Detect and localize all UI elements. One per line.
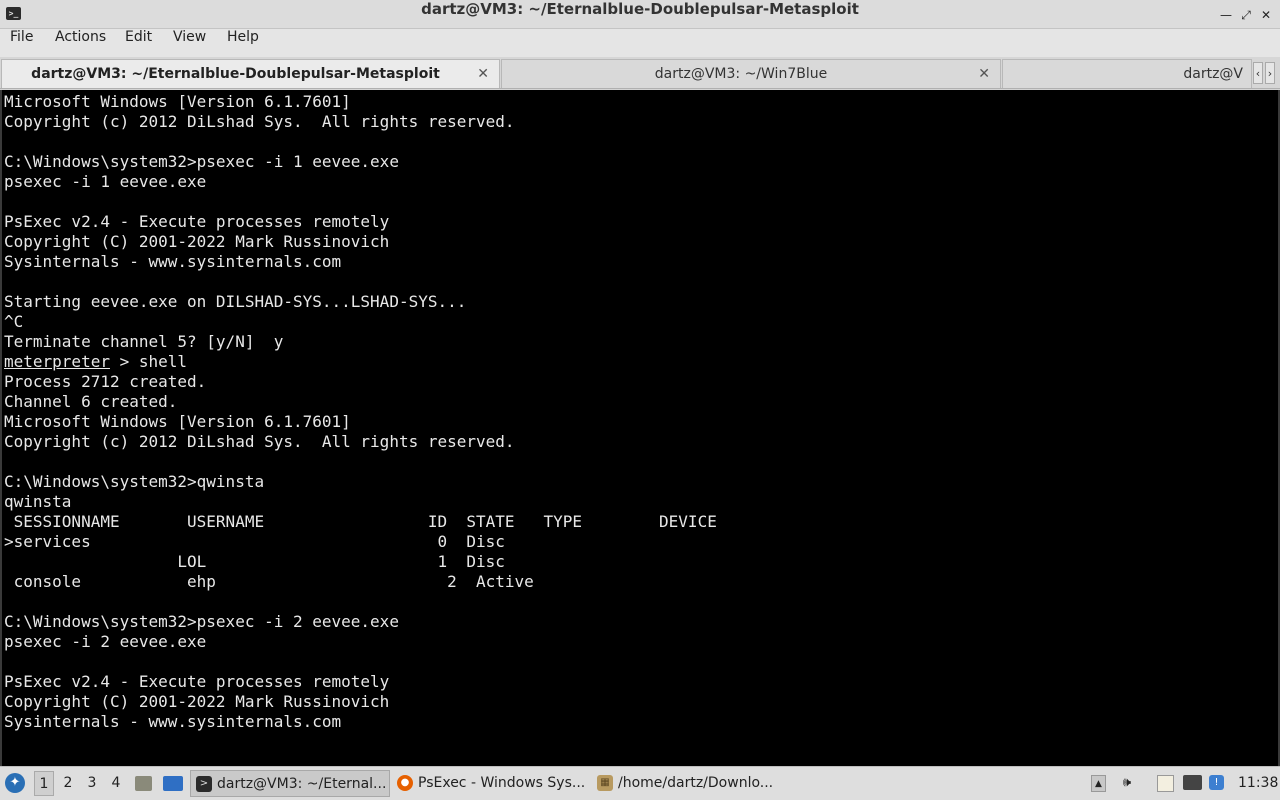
terminal-line: Copyright (c) 2012 DiLshad Sys. All righ… xyxy=(4,112,515,131)
meterpreter-command: > shell xyxy=(109,352,188,371)
terminal-line: Starting eevee.exe on DILSHAD-SYS...LSHA… xyxy=(4,292,467,311)
terminal-line: psexec -i 2 eevee.exe xyxy=(4,632,207,651)
window-title: dartz@VM3: ~/Eternalblue-Doublepulsar-Me… xyxy=(421,0,859,18)
menu-actions[interactable]: Actions xyxy=(55,29,106,45)
taskbar-task-archive[interactable]: ▦ /home/dartz/Downlo... xyxy=(592,770,788,797)
window-titlebar[interactable]: >_ dartz@VM3: ~/Eternalblue-Doublepulsar… xyxy=(0,0,1280,29)
start-menu-icon[interactable]: ✦ xyxy=(5,773,25,793)
terminal-line: C:\Windows\system32>psexec -i 1 eevee.ex… xyxy=(4,152,399,171)
task-label: /home/dartz/Downlo... xyxy=(618,775,774,791)
terminal-line: PsExec v2.4 - Execute processes remotely xyxy=(4,672,390,691)
show-desktop-icon[interactable] xyxy=(163,776,183,791)
terminal-line: Channel 6 created. xyxy=(4,392,178,411)
archive-icon: ▦ xyxy=(597,775,613,791)
tab-scroll-left-button[interactable]: ‹ xyxy=(1253,62,1263,84)
menu-file[interactable]: File xyxy=(10,29,33,45)
tab-scroll-right-button[interactable]: › xyxy=(1265,62,1275,84)
tab-label: dartz@V xyxy=(1183,66,1243,82)
terminal-line: C:\Windows\system32>qwinsta xyxy=(4,472,265,491)
task-label: PsExec - Windows Sys... xyxy=(418,775,586,791)
tab-close-icon[interactable]: ✕ xyxy=(477,65,489,83)
workspace-2-button[interactable]: 2 xyxy=(58,771,78,796)
taskbar-task-firefox[interactable]: ● PsExec - Windows Sys... xyxy=(392,770,588,797)
terminal-icon: > xyxy=(196,776,212,792)
tab-win7blue[interactable]: dartz@VM3: ~/Win7Blue ✕ xyxy=(501,59,1001,88)
terminal-line: Copyright (C) 2001-2022 Mark Russinovich xyxy=(4,692,390,711)
terminal-line: Sysinternals - www.sysinternals.com xyxy=(4,252,342,271)
terminal-line: C:\Windows\system32>psexec -i 2 eevee.ex… xyxy=(4,612,399,631)
update-notifier-icon[interactable]: ! xyxy=(1209,775,1224,790)
firefox-icon: ● xyxy=(397,775,413,791)
terminal-line: ^C xyxy=(4,312,24,331)
menu-help[interactable]: Help xyxy=(227,29,259,45)
terminal-line: Sysinternals - www.sysinternals.com xyxy=(4,712,342,731)
workspace-1-button[interactable]: 1 xyxy=(34,771,54,796)
terminal-line: >services 0 Disc xyxy=(4,532,505,551)
terminal-line: Copyright (C) 2001-2022 Mark Russinovich xyxy=(4,232,390,251)
clock[interactable]: 11:38 xyxy=(1238,767,1278,800)
taskbar-task-terminal[interactable]: > dartz@VM3: ~/Eternal... xyxy=(190,770,390,797)
minimize-button[interactable]: — xyxy=(1218,7,1234,23)
workspace-3-button[interactable]: 3 xyxy=(82,771,102,796)
tab-close-icon[interactable]: ✕ xyxy=(978,65,990,83)
terminal-line: SESSIONNAME USERNAME ID STATE TYPE DEVIC… xyxy=(4,512,717,531)
terminal-line: Microsoft Windows [Version 6.1.7601] xyxy=(4,92,351,111)
network-icon[interactable] xyxy=(1183,775,1202,790)
tray-expand-icon[interactable]: ▲ xyxy=(1091,775,1106,792)
terminal-output[interactable]: Microsoft Windows [Version 6.1.7601] Cop… xyxy=(0,90,1280,766)
tab-label: dartz@VM3: ~/Eternalblue-Doublepulsar-Me… xyxy=(31,66,440,82)
terminal-line: Terminate channel 5? [y/N] y xyxy=(4,332,284,351)
file-manager-icon[interactable] xyxy=(135,776,152,791)
terminal-line: Copyright (c) 2012 DiLshad Sys. All righ… xyxy=(4,432,515,451)
close-button[interactable]: ✕ xyxy=(1258,7,1274,23)
tab-eternalblue[interactable]: dartz@VM3: ~/Eternalblue-Doublepulsar-Me… xyxy=(1,59,500,88)
clipboard-icon[interactable] xyxy=(1157,775,1174,792)
menu-edit[interactable]: Edit xyxy=(125,29,152,45)
workspace-4-button[interactable]: 4 xyxy=(106,771,126,796)
menu-bar: File Actions Edit View Help xyxy=(0,29,1280,57)
volume-icon[interactable]: 🕪 xyxy=(1119,775,1135,791)
terminal-line: Process 2712 created. xyxy=(4,372,207,391)
meterpreter-prompt: meterpreter xyxy=(4,352,110,371)
terminal-line: Microsoft Windows [Version 6.1.7601] xyxy=(4,412,351,431)
terminal-line: PsExec v2.4 - Execute processes remotely xyxy=(4,212,390,231)
tab-label: dartz@VM3: ~/Win7Blue xyxy=(654,66,828,82)
meterpreter-prompt-line: meterpreter > shell xyxy=(4,352,187,372)
terminal-line: psexec -i 1 eevee.exe xyxy=(4,172,207,191)
tab-bar: dartz@VM3: ~/Eternalblue-Doublepulsar-Me… xyxy=(0,57,1280,89)
terminal-line: console ehp 2 Active xyxy=(4,572,534,591)
tab-third[interactable]: dartz@V xyxy=(1002,59,1252,88)
task-label: dartz@VM3: ~/Eternal... xyxy=(217,776,387,792)
taskbar: ✦ 1 2 3 4 > dartz@VM3: ~/Eternal... ● Ps… xyxy=(0,766,1280,800)
maximize-button[interactable]: ⤢ xyxy=(1238,7,1254,23)
terminal-line: LOL 1 Disc xyxy=(4,552,505,571)
terminal-line: qwinsta xyxy=(4,492,72,511)
menu-view[interactable]: View xyxy=(173,29,206,45)
